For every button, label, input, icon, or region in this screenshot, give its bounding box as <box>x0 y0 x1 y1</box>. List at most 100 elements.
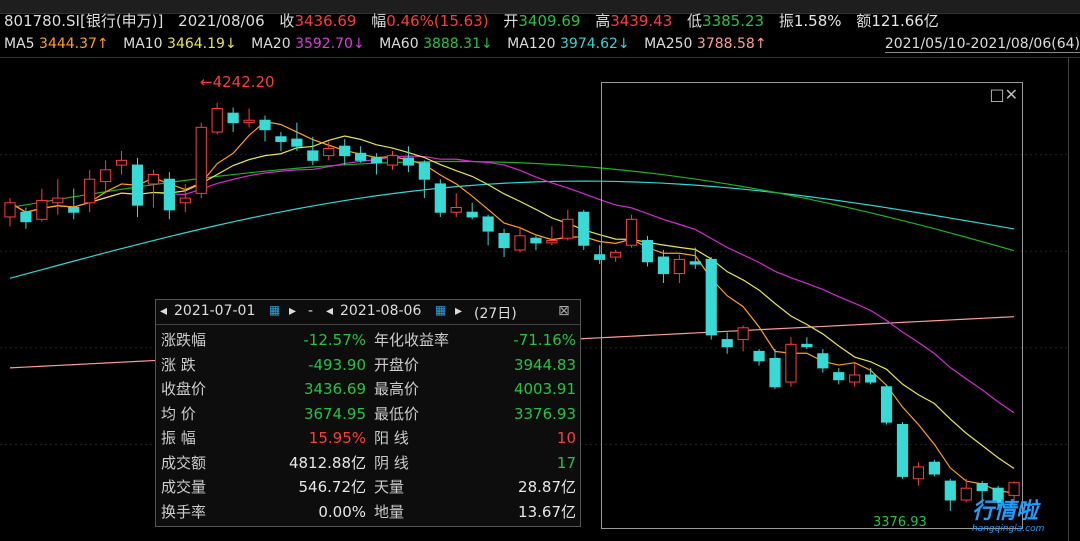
ma120-value: 3974.62↓ <box>560 36 630 52</box>
candle-down <box>275 136 287 142</box>
change-value: 0.46%(15.63) <box>386 12 489 30</box>
candle-down <box>418 162 430 180</box>
candle-down <box>291 138 303 147</box>
candle-down <box>355 152 367 161</box>
window-and-close-icon[interactable]: □✕ <box>989 85 1018 104</box>
candle-up <box>147 173 160 185</box>
candle-up <box>514 235 526 251</box>
watermark-url: hangqingla.com <box>972 524 1045 534</box>
prev-end-arrow[interactable]: ◂ <box>326 303 333 319</box>
candle-down <box>163 178 175 211</box>
candle-down <box>434 183 446 213</box>
candle-up <box>100 169 112 183</box>
candle-up <box>243 119 255 124</box>
index-name: 801780.SI[银行(申万)] <box>4 12 164 30</box>
candle-up <box>52 197 64 204</box>
amplitude-label: 振 <box>778 12 794 30</box>
start-date[interactable]: 2021-07-01 <box>174 303 255 319</box>
stat-label: 收盘价 <box>161 380 207 398</box>
candle-down <box>259 119 271 131</box>
candle-down <box>227 112 239 124</box>
candle-down <box>466 211 478 218</box>
interval-stats-panel: ◂ 2021-07-01 ▦ ▸ - ◂ 2021-08-06 ▦ ▸ (27日… <box>155 299 581 527</box>
ma60-value: 3888.31↓ <box>423 36 493 52</box>
stat-value: 4003.91 <box>513 380 576 398</box>
stat-value: 3944.83 <box>513 355 576 374</box>
start-calendar-icon[interactable]: ▦ <box>269 303 280 317</box>
date-range[interactable]: 2021/05/10-2021/08/06(64) <box>884 36 1080 53</box>
candle-down <box>498 232 510 249</box>
amount-value: 121.66亿 <box>871 12 939 30</box>
watermark-logo: 行情啦 <box>972 499 1039 524</box>
candle-down <box>578 211 590 246</box>
price-axis <box>1068 58 1080 541</box>
candle-down <box>307 150 319 161</box>
ma120-label: MA120 <box>507 36 556 52</box>
stat-value: 546.72亿 <box>298 478 367 496</box>
candle-up <box>386 155 399 166</box>
stat-value: 4812.88亿 <box>288 453 366 472</box>
candle-up <box>195 126 207 194</box>
quote-header: 801780.SI[银行(申万)] 2021/08/06 收3436.69 幅0… <box>4 10 949 30</box>
stat-value: 3674.95 <box>303 404 366 423</box>
candle-up <box>211 107 223 133</box>
stat-label: 换手率 <box>161 502 207 521</box>
end-date[interactable]: 2021-08-06 <box>340 303 421 319</box>
day-count: (27日) <box>474 306 517 322</box>
close-value: 3436.69 <box>294 12 357 30</box>
start-next-arrow[interactable]: ▸ <box>289 303 296 319</box>
candle-up <box>450 207 462 213</box>
candle-up <box>179 197 191 204</box>
date-separator: - <box>308 303 314 319</box>
close-icon[interactable]: ⊠ <box>558 303 570 319</box>
stat-label: 振 幅 <box>161 429 196 447</box>
quote-date: 2021/08/06 <box>178 12 265 30</box>
stat-value: 3376.93 <box>513 404 576 423</box>
ma-legend: MA5 3444.37↑ MA10 3464.19↓ MA20 3592.70↓… <box>4 36 1080 54</box>
stat-value: -71.16% <box>513 331 576 349</box>
candle-up <box>84 178 96 204</box>
ma10-label: MA10 <box>123 36 163 52</box>
ma10-value: 3464.19↓ <box>167 36 237 52</box>
candle-down <box>370 157 383 164</box>
stat-value: -12.57% <box>303 331 366 349</box>
open-label: 开 <box>503 12 519 30</box>
candle-up <box>115 159 128 166</box>
change-label: 幅 <box>371 12 387 30</box>
end-next-arrow[interactable]: ▸ <box>455 303 462 319</box>
stat-label: 均 价 <box>161 404 196 423</box>
ma20-label: MA20 <box>251 36 291 52</box>
prev-start-arrow[interactable]: ◂ <box>160 303 167 319</box>
stat-label: 涨 跌 <box>161 355 196 374</box>
amount-label: 额 <box>856 12 872 30</box>
ma5-value: 3444.37↑ <box>39 36 109 52</box>
candle-down <box>402 157 415 166</box>
stat-value: -493.90 <box>308 355 366 374</box>
stat-value: 0.00% <box>318 502 366 521</box>
candle-down <box>339 145 351 157</box>
candle-up <box>562 218 574 239</box>
candle-down <box>482 216 494 232</box>
stat-label: 成交量 <box>161 478 207 496</box>
ma250-value: 3788.58↑ <box>696 36 767 52</box>
low-label: 低 <box>687 12 703 30</box>
stat-value: 13.67亿 <box>518 502 576 521</box>
candle-up <box>36 199 48 220</box>
ma250-label: MA250 <box>644 36 693 52</box>
stat-value: 3436.69 <box>303 380 366 398</box>
amplitude-value: 1.58% <box>793 12 842 30</box>
candle-down <box>131 164 144 206</box>
candle-down <box>68 207 80 213</box>
open-value: 3409.69 <box>518 12 581 30</box>
high-value: 3439.43 <box>610 12 673 30</box>
stat-label: 成交额 <box>161 453 207 472</box>
ma60-label: MA60 <box>379 36 419 52</box>
max-price-marker: ←4242.20 <box>200 73 275 91</box>
candle-up <box>323 148 335 157</box>
close-label: 收 <box>279 12 295 30</box>
low-value: 3385.23 <box>702 12 765 30</box>
end-calendar-icon[interactable]: ▦ <box>435 303 446 317</box>
high-label: 高 <box>595 12 611 30</box>
ma5-label: MA5 <box>4 36 35 52</box>
range-selection-box[interactable]: □✕ <box>601 82 1023 529</box>
